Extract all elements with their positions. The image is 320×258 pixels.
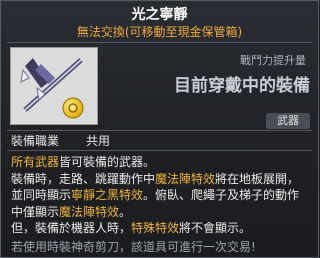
description-text: 皆可裝備的武器。	[59, 155, 156, 169]
item-description: 所有武器皆可裝備的武器。 裝備時，走路、跳躍動作中魔法陣特效將在地板展開， 並同…	[11, 154, 316, 237]
description-line: 裝備時，走路、跳躍動作中魔法陣特效將在地板展開，	[11, 171, 316, 188]
description-text: 中僅顯示	[11, 204, 60, 219]
job-row: 裝備職業 共用	[11, 132, 110, 149]
item-icon-frame	[10, 47, 98, 125]
description-text: 將不會顯示。	[179, 221, 252, 235]
power-change-label: 戰鬥力提升量	[240, 54, 306, 67]
item-tooltip: 光之寧靜 無法交換(可移動至現金保管箱) 戰鬥力提升量 目前穿戴中的裝備 武器 …	[0, 0, 319, 258]
job-label: 裝備職業	[11, 134, 60, 148]
divider	[7, 130, 312, 131]
staff-weapon-icon	[11, 48, 97, 124]
highlight-text: 所有武器	[11, 155, 60, 169]
divider	[7, 42, 312, 43]
highlight-text: 寧靜之黑特效	[71, 188, 144, 202]
scissors-trade-note: 若使用時裝神奇剪刀，該道具可進行一次交易!	[11, 240, 256, 254]
highlight-text: 特殊特效	[131, 221, 180, 235]
description-text: 。俯臥、爬繩子及梯子的動作	[143, 188, 300, 202]
description-line: 中僅顯示魔法陣特效。	[11, 204, 316, 221]
description-line: 所有武器皆可裝備的武器。	[11, 154, 316, 171]
description-text: 將在地板展開，	[215, 171, 300, 186]
description-text: 並同時顯示	[11, 188, 72, 202]
description-text: 裝備時，走路、跳躍動作中	[11, 171, 156, 186]
description-text: 但，裝備於機器人時，	[11, 221, 132, 235]
description-line: 但，裝備於機器人時，特殊特效將不會顯示。	[11, 220, 316, 237]
highlight-text: 魔法陣特效	[59, 204, 120, 219]
category-badge: 武器	[266, 113, 310, 129]
trade-restriction: 無法交換(可移動至現金保管箱)	[76, 25, 243, 39]
description-line: 並同時顯示寧靜之黑特效。俯臥、爬繩子及梯子的動作	[11, 187, 316, 204]
job-value: 共用	[86, 134, 111, 148]
item-title: 光之寧靜	[131, 7, 188, 23]
power-change-value: 目前穿戴中的裝備	[174, 76, 310, 96]
highlight-text: 魔法陣特效	[155, 171, 216, 186]
description-text: 。	[119, 204, 132, 219]
divider	[7, 150, 312, 151]
